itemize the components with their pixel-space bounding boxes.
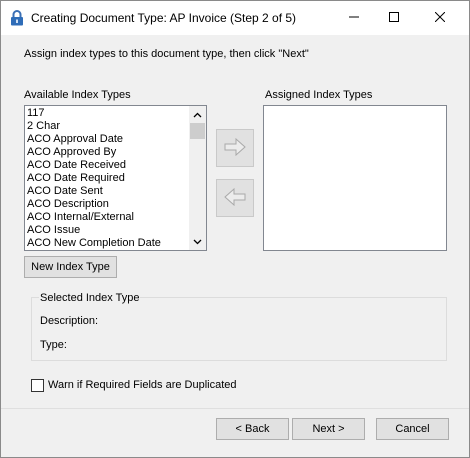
scroll-up-button[interactable]	[189, 106, 206, 123]
maximize-button[interactable]	[371, 1, 417, 35]
minimize-icon	[349, 12, 359, 25]
scroll-thumb[interactable]	[190, 123, 205, 139]
next-button[interactable]: Next >	[292, 418, 365, 440]
type-label: Type:	[40, 339, 67, 351]
list-item[interactable]: ACO Date Required	[25, 172, 189, 185]
selected-index-type-title: Selected Index Type	[39, 292, 141, 304]
remove-index-type-button[interactable]	[216, 179, 254, 217]
warn-duplicated-label[interactable]: Warn if Required Fields are Duplicated	[48, 379, 237, 391]
lock-icon	[10, 10, 24, 26]
dialog-window: Creating Document Type: AP Invoice (Step…	[0, 0, 470, 458]
left-arrow-icon	[223, 187, 247, 209]
chevron-up-icon	[193, 109, 202, 121]
cancel-button[interactable]: Cancel	[376, 418, 449, 440]
warn-duplicated-checkbox[interactable]	[31, 379, 44, 392]
list-item[interactable]: ACO Issue	[25, 224, 189, 237]
dialog-body: Assign index types to this document type…	[1, 35, 469, 408]
available-index-types-list[interactable]: 117 2 Char ACO Approval Date ACO Approved B…	[24, 105, 207, 251]
assigned-index-types-label: Assigned Index Types	[265, 89, 373, 101]
description-label: Description:	[40, 315, 99, 327]
list-item[interactable]: ACO Internal/External	[25, 211, 189, 224]
list-item[interactable]: 2 Char	[25, 120, 189, 133]
list-item[interactable]: 117	[25, 107, 189, 120]
add-index-type-button[interactable]	[216, 129, 254, 167]
list-item[interactable]: ACO Date Sent	[25, 185, 189, 198]
dialog-footer: < Back Next > Cancel	[1, 409, 469, 457]
scroll-down-button[interactable]	[189, 233, 206, 250]
maximize-icon	[389, 11, 399, 25]
vertical-scrollbar[interactable]	[189, 106, 206, 250]
back-button[interactable]: < Back	[216, 418, 289, 440]
selected-index-type-group: Selected Index Type Description: Type:	[31, 292, 447, 361]
window-title: Creating Document Type: AP Invoice (Step…	[31, 11, 297, 25]
list-item[interactable]: ACO Approved By	[25, 146, 189, 159]
assigned-index-types-list[interactable]	[263, 105, 447, 251]
list-item[interactable]: ACO Approval Date	[25, 133, 189, 146]
instruction-text: Assign index types to this document type…	[24, 48, 309, 60]
new-index-type-button[interactable]: New Index Type	[24, 256, 117, 278]
available-index-types-label: Available Index Types	[24, 89, 131, 101]
title-bar[interactable]: Creating Document Type: AP Invoice (Step…	[1, 1, 469, 35]
right-arrow-icon	[223, 137, 247, 159]
list-item[interactable]: ACO Date Received	[25, 159, 189, 172]
close-button[interactable]	[417, 1, 463, 35]
chevron-down-icon	[193, 236, 202, 248]
list-item[interactable]: ACO New Completion Date	[25, 237, 189, 250]
available-list-items: 117 2 Char ACO Approval Date ACO Approved B…	[25, 106, 189, 250]
list-item[interactable]: ACO Description	[25, 198, 189, 211]
close-icon	[434, 11, 446, 25]
